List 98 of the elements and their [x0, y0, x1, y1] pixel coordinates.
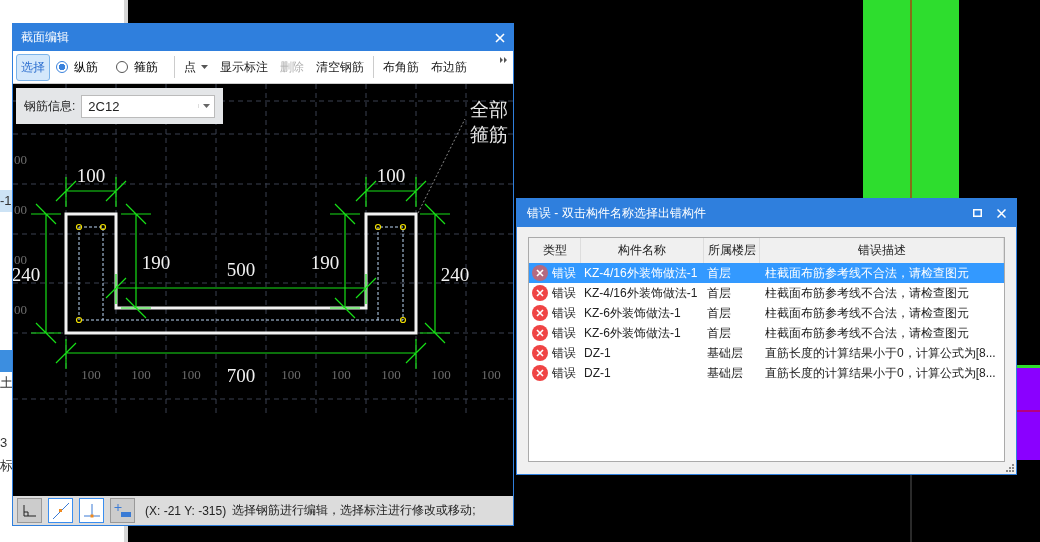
dimension-label[interactable]: 700	[226, 365, 256, 386]
grid-label: 100	[131, 367, 151, 382]
dimension-label[interactable]: 500	[226, 259, 256, 280]
toolbar-button[interactable]: 选择	[16, 53, 50, 81]
resize-grip-icon[interactable]	[1006, 464, 1014, 472]
panel-item[interactable]: 3	[0, 432, 12, 454]
dimension-label[interactable]: 190	[141, 252, 171, 273]
perpendicular-icon	[82, 503, 101, 518]
table-cell: 错误	[552, 304, 576, 322]
window-title: 错误 - 双击构件名称选择出错构件	[527, 204, 707, 222]
table-cell-text: 柱截面布筋参考线不合法，请检查图元	[764, 264, 970, 282]
table-cell-text: DZ-1	[583, 366, 612, 380]
axis-line	[910, 475, 912, 542]
panel-item[interactable]: 标	[0, 455, 12, 477]
dimension-label[interactable]: 100	[76, 165, 106, 186]
grid-label: 00	[14, 152, 27, 167]
grid-label: 00	[14, 252, 27, 267]
dimension-label[interactable]: 240	[13, 264, 41, 285]
grid-label: 100	[81, 367, 101, 382]
table-cell: 错误	[552, 284, 576, 302]
table-cell-text: 首层	[706, 324, 732, 342]
table-cell: 错误	[552, 364, 576, 382]
cursor-coordinates: (X: -21 Y: -315)	[145, 503, 227, 518]
snap-toggle[interactable]	[79, 498, 104, 523]
radio-label: 纵筋	[74, 58, 98, 76]
rebar-select[interactable]: 2C12	[81, 94, 215, 118]
rebar-point[interactable]	[75, 316, 83, 324]
error-icon	[532, 345, 548, 361]
table-cell-text: KZ-4/16外装饰做法-1	[583, 284, 699, 302]
table-cell-text: DZ-1	[583, 346, 612, 360]
panel-item[interactable]: 土	[0, 372, 12, 394]
edge-line	[1017, 365, 1040, 368]
maximize-icon[interactable]	[973, 209, 982, 217]
error-row[interactable]: 错误 KZ-6外装饰做法-1 首层 柱截面布筋参考线不合法，请检查图元	[529, 303, 1004, 323]
error-icon	[532, 265, 548, 281]
radio-button[interactable]: 箍筋	[112, 58, 162, 76]
error-icon	[532, 365, 548, 381]
more-icon[interactable]	[500, 57, 508, 63]
close-icon[interactable]	[997, 208, 1006, 218]
table-cell: 错误	[552, 344, 576, 362]
table-cell-text: 基础层	[706, 364, 744, 382]
error-icon	[532, 305, 548, 321]
table-cell-text: 首层	[706, 264, 732, 282]
panel-item[interactable]: -1	[0, 190, 12, 212]
radio-button[interactable]: 纵筋	[52, 58, 102, 76]
rebar-point[interactable]	[399, 223, 407, 231]
line-snap-icon	[51, 501, 70, 520]
table-cell-text: KZ-6外装饰做法-1	[583, 304, 682, 322]
grid-label: 100	[181, 367, 201, 382]
radio-circle[interactable]	[56, 61, 68, 73]
field-label: 钢筋信息:	[24, 97, 76, 115]
rebar-point[interactable]	[399, 316, 407, 324]
grid-label: 100	[331, 367, 351, 382]
table-cell-text: 直筋长度的计算结果小于0，计算公式为[8...	[764, 364, 997, 382]
status-message: 选择钢筋进行编辑，选择标注进行修改或移动;	[232, 502, 476, 519]
grid-label: 100	[281, 367, 301, 382]
ortho-icon	[22, 504, 37, 517]
table-cell-text: 柱截面布筋参考线不合法，请检查图元	[764, 324, 970, 342]
table-cell-text: KZ-4/16外装饰做法-1	[583, 264, 699, 282]
add-dimension-icon	[113, 503, 132, 518]
error-icon	[532, 325, 548, 341]
error-row[interactable]: 错误 DZ-1 基础层 直筋长度的计算结果小于0，计算公式为[8...	[529, 363, 1004, 383]
rebar-point[interactable]	[99, 223, 107, 231]
error-row[interactable]: 错误 DZ-1 基础层 直筋长度的计算结果小于0，计算公式为[8...	[529, 343, 1004, 363]
table-cell: 错误	[552, 324, 576, 342]
error-icon	[532, 285, 548, 301]
dimension-label[interactable]: 240	[440, 264, 470, 285]
grid-label: 100	[481, 367, 501, 382]
grid-label: 100	[431, 367, 451, 382]
table-cell-text: 首层	[706, 284, 732, 302]
axis-line	[1017, 410, 1040, 412]
radio-label: 箍筋	[134, 58, 158, 76]
snap-toggle[interactable]	[48, 498, 73, 523]
table-cell-text: 基础层	[706, 344, 744, 362]
annotation-label: 箍筋	[470, 124, 508, 145]
table-cell-text: 首层	[706, 304, 732, 322]
caret-icon	[198, 104, 210, 108]
window-title: 截面编辑	[21, 29, 69, 46]
table-cell-text: KZ-6外装饰做法-1	[583, 324, 682, 342]
grid-label: 100	[381, 367, 401, 382]
dimension-label[interactable]: 190	[310, 252, 340, 273]
close-icon[interactable]	[495, 32, 505, 43]
table-cell-text: 柱截面布筋参考线不合法，请检查图元	[764, 284, 970, 302]
radio-circle[interactable]	[116, 61, 128, 73]
error-row[interactable]: 错误 KZ-6外装饰做法-1 首层 柱截面布筋参考线不合法，请检查图元	[529, 323, 1004, 343]
rebar-point[interactable]	[75, 223, 83, 231]
table-cell-text: 直筋长度的计算结果小于0，计算公式为[8...	[764, 344, 997, 362]
table-cell: 错误	[552, 264, 576, 282]
error-row[interactable]: 错误 KZ-4/16外装饰做法-1 首层 柱截面布筋参考线不合法，请检查图元	[529, 283, 1004, 303]
snap-toggle[interactable]	[110, 498, 135, 523]
grid-label: 00	[14, 302, 27, 317]
annotation-label: 全部	[470, 99, 508, 120]
rebar-point[interactable]	[374, 223, 382, 231]
grid-label: 00	[14, 202, 27, 217]
table-cell-text: 柱截面布筋参考线不合法，请检查图元	[764, 304, 970, 322]
dimension-label[interactable]: 100	[376, 165, 406, 186]
caret-icon	[201, 65, 208, 69]
snap-toggle[interactable]	[17, 498, 42, 523]
